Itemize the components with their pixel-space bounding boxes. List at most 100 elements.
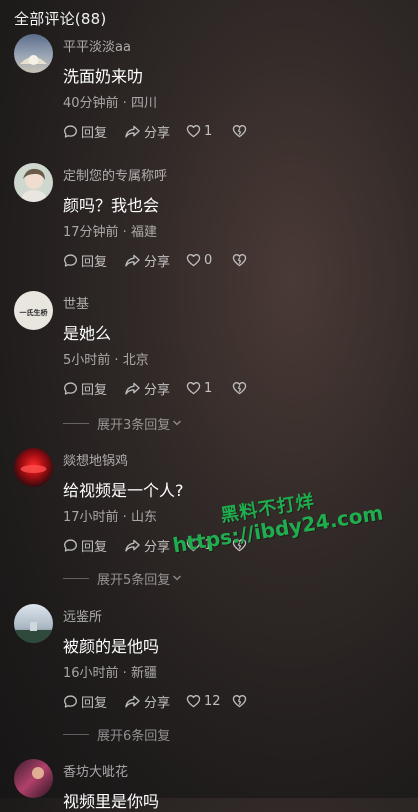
dislike-button[interactable] [232,124,247,138]
comment-meta: 5小时前 · 北京 [63,353,149,368]
share-label: 分享 [144,125,171,141]
share-button[interactable]: 分享 [124,122,186,141]
chevron-down-icon [172,730,182,738]
like-button[interactable]: 12 [186,694,232,709]
reply-label: 回复 [81,695,108,711]
share-button[interactable]: 分享 [124,692,186,711]
comment-actions: 回复 分享 1 [63,379,247,398]
reply-icon [64,253,77,267]
share-button[interactable]: 分享 [124,379,186,398]
comment-location: 北京 [122,353,149,368]
comment-username[interactable]: 定制您的专属称呼 [63,165,167,184]
share-icon [125,539,140,552]
comment-location: 山东 [130,510,157,525]
comment-time: 40分钟前 [63,96,119,111]
expand-replies-button[interactable]: 展开6条回复 [63,726,182,744]
comment-actions: 回复 分享 0 [63,251,247,270]
expand-replies-label: 展开3条回复 [97,417,171,433]
avatar[interactable] [14,163,53,202]
reply-label: 回复 [81,539,108,555]
reply-label: 回复 [81,125,108,141]
comment-meta: 17分钟前 · 福建 [63,225,157,240]
share-label: 分享 [144,539,171,555]
comment-time: 17小时前 [63,510,119,525]
dislike-button[interactable] [232,381,247,395]
broken-heart-icon [232,254,247,267]
reply-icon [64,381,77,395]
comment-text: 给视频是一个人? [63,481,184,500]
comment-meta: 16小时前 · 新疆 [63,666,157,681]
comment-username[interactable]: 远鉴所 [63,606,102,625]
comment-location: 四川 [130,96,157,111]
watermark-overlay: 黑料不打烊 https://ibdy24.com [168,482,385,557]
broken-heart-icon [232,125,247,138]
comment-actions: 回复 分享 12 [63,692,247,711]
expand-replies-label: 展开5条回复 [97,572,171,588]
chevron-down-icon [173,420,182,426]
comment-username[interactable]: 平平淡淡aa [63,36,131,55]
dislike-button[interactable] [232,694,247,708]
expand-replies-button[interactable]: 展开3条回复 [63,415,182,433]
expand-divider [63,422,89,424]
avatar[interactable] [14,448,53,487]
like-count: 1 [204,123,213,139]
reply-button[interactable]: 回复 [63,692,124,711]
expand-replies-button[interactable]: 展开5条回复 [63,570,182,588]
avatar[interactable] [14,604,53,643]
comment-location: 新疆 [130,666,157,681]
comment-time: 5小时前 [63,353,111,368]
reply-button[interactable]: 回复 [63,536,124,555]
avatar[interactable] [14,759,53,798]
reply-icon [64,124,77,138]
like-button[interactable]: 1 [186,124,232,139]
reply-icon [64,694,77,708]
comment-text: 被颜的是他吗 [63,637,160,656]
share-icon [125,382,140,395]
avatar-calligraphy: 一氏生桥 [20,308,49,317]
like-button[interactable]: 0 [186,253,232,268]
comment-meta: 17小时前 · 山东 [63,510,157,525]
comment-text: 是她么 [63,324,112,343]
reply-button[interactable]: 回复 [63,251,124,270]
avatar[interactable] [14,34,53,73]
like-count: 1 [204,380,213,396]
dislike-button[interactable] [232,253,247,267]
comment-username[interactable]: 燚想地锅鸡 [63,450,128,469]
comment-location: 福建 [130,225,157,240]
share-icon [125,254,140,267]
heart-icon [186,695,201,708]
comment-time: 17分钟前 [63,225,119,240]
broken-heart-icon [232,382,247,395]
heart-icon [186,382,201,395]
reply-label: 回复 [81,254,108,270]
heart-icon [186,125,201,138]
reply-icon [64,538,77,552]
expand-divider [63,733,89,735]
share-label: 分享 [144,382,171,398]
expand-replies-label: 展开6条回复 [97,728,171,744]
comment-username[interactable]: 世基 [63,293,89,312]
expand-divider [63,577,89,579]
comment-meta: 40分钟前 · 四川 [63,96,157,111]
like-button[interactable]: 1 [186,381,232,396]
avatar[interactable]: 一氏生桥 [14,291,53,330]
share-label: 分享 [144,254,171,270]
comment-text: 视频里是你吗 [63,792,160,811]
comment-username[interactable]: 香坊大呲花 [63,761,128,780]
comment-actions: 回复 分享 1 [63,122,247,141]
share-icon [125,125,140,138]
reply-button[interactable]: 回复 [63,379,124,398]
chevron-down-icon [173,575,182,581]
broken-heart-icon [232,695,247,708]
share-button[interactable]: 分享 [124,251,186,270]
heart-icon [186,254,201,267]
comment-time: 16小时前 [63,666,119,681]
reply-label: 回复 [81,382,108,398]
comment-text: 颜吗？我也会 [63,196,160,215]
comments-header: 全部评论(88) [14,10,107,28]
comment-text: 洗面奶来叻 [63,67,144,86]
like-count: 0 [204,252,213,268]
reply-button[interactable]: 回复 [63,122,124,141]
share-icon [125,695,140,708]
share-label: 分享 [144,695,171,711]
